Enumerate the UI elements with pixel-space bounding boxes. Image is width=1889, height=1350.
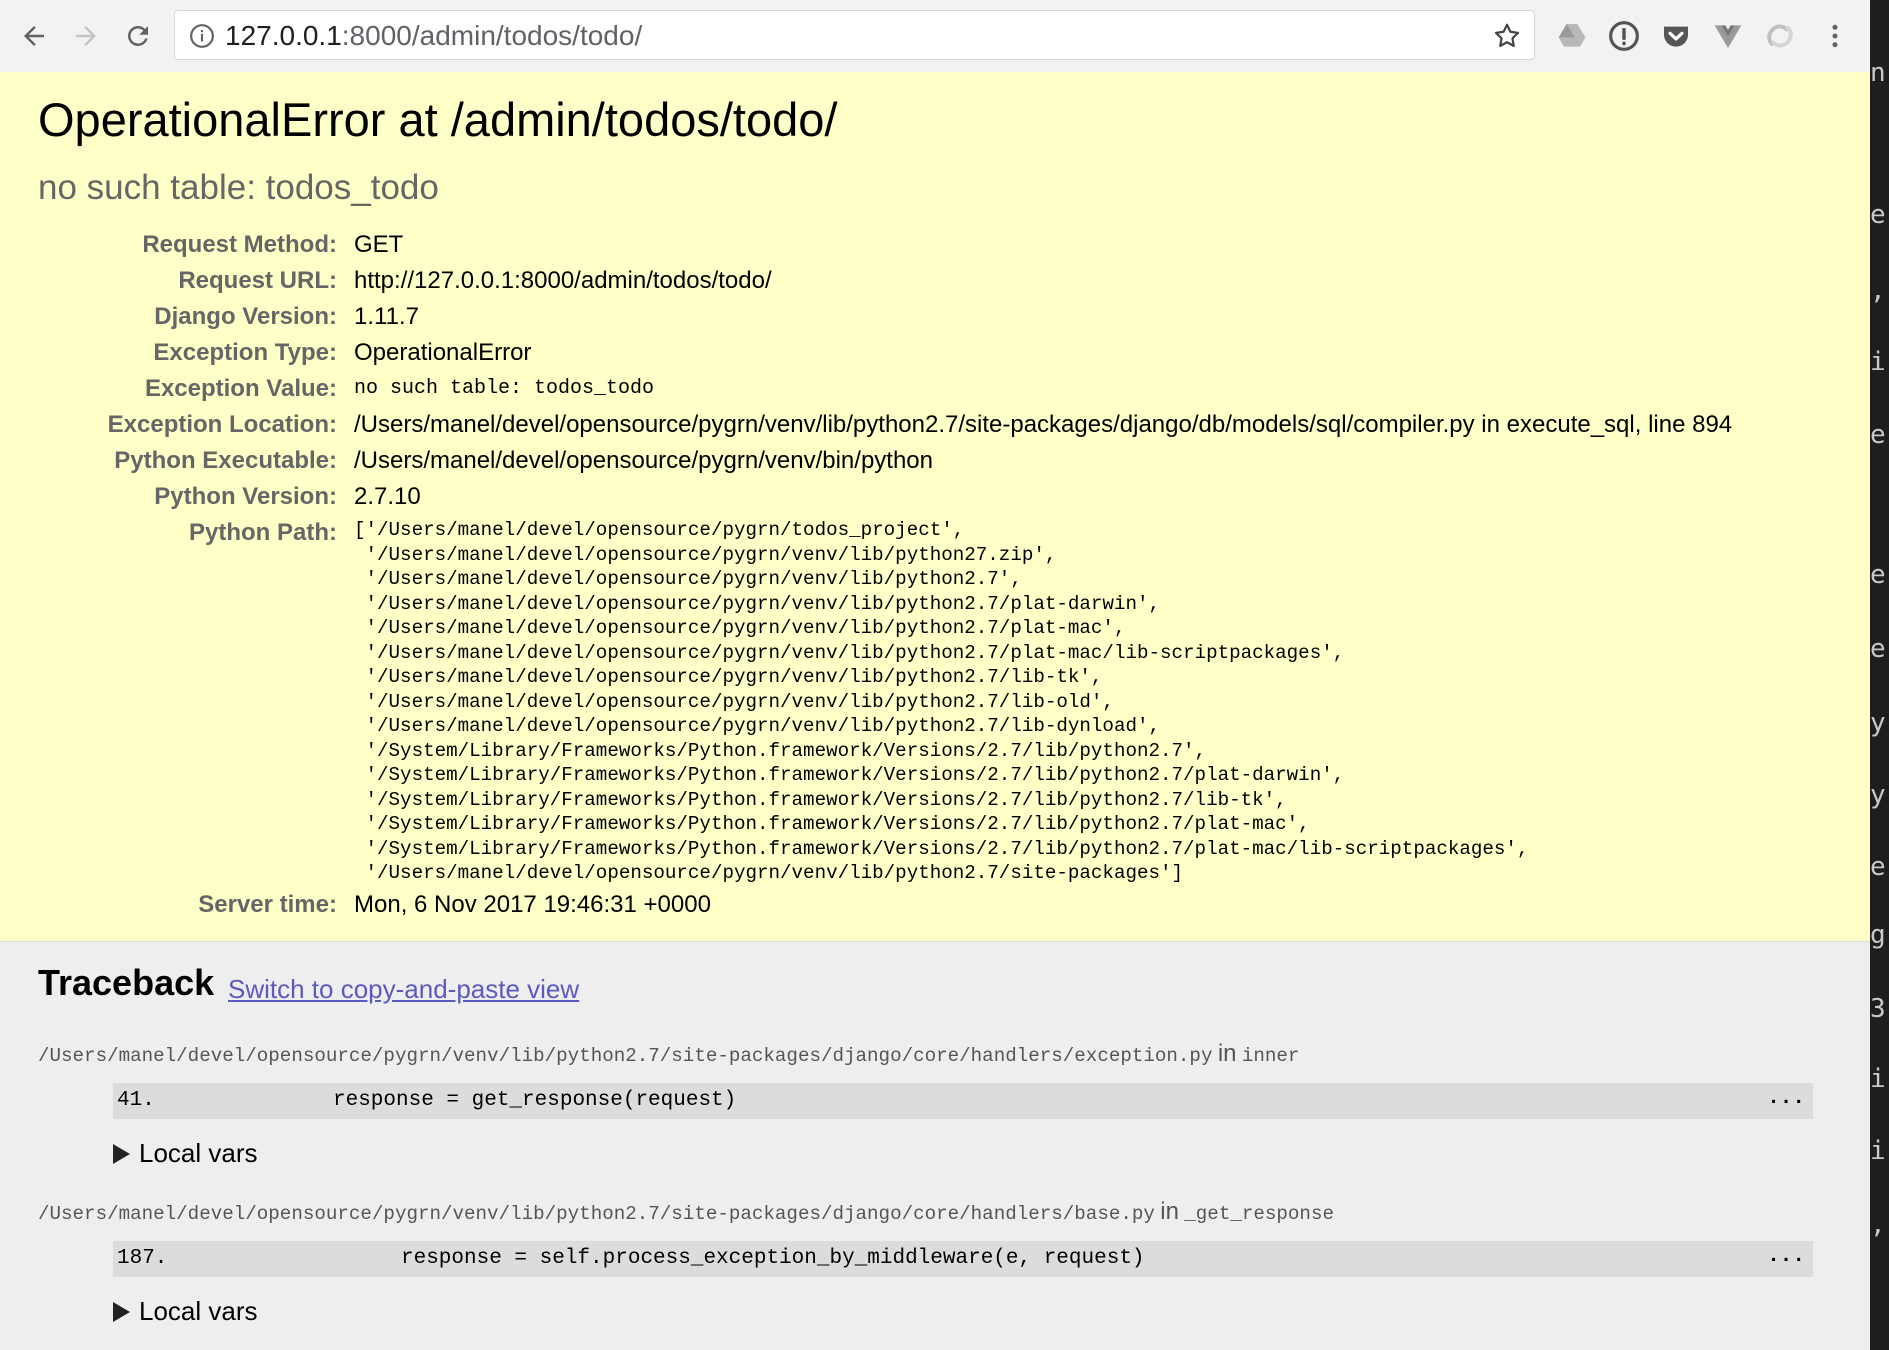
frame-function: _get_response: [1184, 1203, 1334, 1225]
address-url[interactable]: 127.0.0.1:8000/admin/todos/todo/: [225, 21, 642, 51]
context-line[interactable]: 187. response = self.process_exception_b…: [113, 1241, 1813, 1277]
url-host: 127.0.0.1: [225, 20, 342, 51]
reload-icon: [128, 26, 148, 46]
meta-value-exception-type: OperationalError: [354, 339, 532, 366]
expand-context-dots[interactable]: ...: [1767, 1245, 1805, 1268]
editor-char: ,: [1870, 276, 1886, 306]
password-manager-icon[interactable]: [1608, 20, 1640, 52]
meta-value-request-method: GET: [354, 231, 404, 258]
editor-char: n: [1870, 58, 1886, 88]
editor-char: i: [1870, 347, 1886, 377]
meta-value-server-time: Mon, 6 Nov 2017 19:46:31 +0000: [354, 891, 711, 918]
meta-label-server-time: Server time:: [198, 891, 337, 918]
editor-char: e: [1870, 852, 1886, 882]
frame-function: inner: [1241, 1045, 1300, 1067]
meta-value-exception-value: no such table: todos_todo: [354, 377, 655, 400]
disclosure-triangle-icon: [113, 1143, 130, 1164]
editor-char: y: [1870, 780, 1886, 810]
context-line[interactable]: 41. response = get_response(request) ...: [113, 1083, 1813, 1119]
frame-in-label: in: [1217, 1040, 1237, 1067]
local-vars-label: Local vars: [139, 1296, 258, 1326]
editor-char: e: [1870, 200, 1886, 230]
more-menu-icon[interactable]: [1820, 20, 1850, 52]
forward-arrow-icon: [76, 26, 96, 46]
disclosure-triangle-icon: [113, 1301, 130, 1322]
meta-value-python-version: 2.7.10: [354, 483, 421, 510]
pocket-icon[interactable]: [1660, 20, 1692, 52]
meta-label-python-executable: Python Executable:: [114, 447, 337, 474]
background-editor-strip: n e , i e e e y y e g 3 i i ,: [1870, 0, 1889, 1350]
local-vars-label: Local vars: [139, 1138, 258, 1168]
browser-toolbar: 127.0.0.1:8000/admin/todos/todo/: [0, 0, 1870, 73]
meta-value-python-executable: /Users/manel/devel/opensource/pygrn/venv…: [354, 447, 933, 474]
meta-label-exception-location: Exception Location:: [107, 411, 337, 438]
code-line-text: response = get_response(request): [333, 1089, 737, 1112]
code-line-number: 41.: [117, 1089, 155, 1112]
traceback-section: Traceback Switch to copy-and-paste view …: [0, 942, 1870, 1350]
error-summary: OperationalError at /admin/todos/todo/ n…: [0, 72, 1870, 942]
vue-devtools-icon[interactable]: [1712, 20, 1744, 52]
address-bar[interactable]: 127.0.0.1:8000/admin/todos/todo/: [174, 10, 1535, 60]
editor-char: i: [1870, 1064, 1886, 1094]
error-title: OperationalError at /admin/todos/todo/: [38, 93, 838, 146]
frame-file-path: /Users/manel/devel/opensource/pygrn/venv…: [38, 1203, 1155, 1225]
frame-in-label: in: [1160, 1198, 1179, 1225]
meta-label-python-version: Python Version:: [154, 483, 337, 510]
editor-char: i: [1870, 1136, 1886, 1166]
traceback-heading: Traceback: [38, 962, 215, 1003]
code-line-text: response = self.process_exception_by_mid…: [401, 1247, 1145, 1270]
editor-char: ,: [1870, 1210, 1886, 1240]
editor-char: e: [1870, 420, 1886, 450]
forward-button[interactable]: [66, 16, 106, 56]
meta-label-exception-type: Exception Type:: [153, 339, 337, 366]
extension-icon[interactable]: [1764, 20, 1796, 52]
frame-file: /Users/manel/devel/opensource/pygrn/venv…: [38, 1198, 1334, 1226]
browser-window: 127.0.0.1:8000/admin/todos/todo/ Operati…: [0, 0, 1870, 1350]
meta-value-python-path: ['/Users/manel/devel/opensource/pygrn/to…: [354, 519, 1529, 884]
back-button[interactable]: [14, 16, 54, 56]
meta-value-django-version: 1.11.7: [354, 303, 419, 330]
error-subtitle: no such table: todos_todo: [38, 168, 439, 207]
meta-label-request-url: Request URL:: [178, 267, 337, 294]
frame-file-path: /Users/manel/devel/opensource/pygrn/venv…: [38, 1045, 1213, 1067]
meta-label-request-method: Request Method:: [142, 231, 337, 258]
frame-file: /Users/manel/devel/opensource/pygrn/venv…: [38, 1040, 1299, 1068]
local-vars-toggle[interactable]: Local vars: [113, 1296, 258, 1327]
google-drive-icon[interactable]: [1556, 20, 1588, 52]
meta-value-exception-location: /Users/manel/devel/opensource/pygrn/venv…: [354, 411, 1733, 438]
bookmark-star-icon[interactable]: [1492, 21, 1522, 51]
editor-char: g: [1870, 920, 1886, 950]
switch-to-copy-paste-link[interactable]: Switch to copy-and-paste view: [228, 974, 579, 1005]
expand-context-dots[interactable]: ...: [1767, 1087, 1805, 1110]
meta-label-python-path: Python Path:: [189, 519, 337, 546]
url-path: :8000/admin/todos/todo/: [341, 20, 643, 51]
code-line-number: 187.: [117, 1247, 168, 1270]
local-vars-toggle[interactable]: Local vars: [113, 1138, 258, 1169]
editor-char: y: [1870, 708, 1886, 738]
editor-char: 3: [1870, 994, 1886, 1024]
info-icon[interactable]: [189, 23, 215, 49]
meta-label-django-version: Django Version:: [154, 303, 337, 330]
meta-value-request-url: http://127.0.0.1:8000/admin/todos/todo/: [354, 267, 772, 294]
editor-char: e: [1870, 634, 1886, 664]
editor-char: e: [1870, 560, 1886, 590]
reload-button[interactable]: [118, 16, 158, 56]
meta-label-exception-value: Exception Value:: [144, 375, 337, 402]
back-arrow-icon: [24, 26, 44, 46]
